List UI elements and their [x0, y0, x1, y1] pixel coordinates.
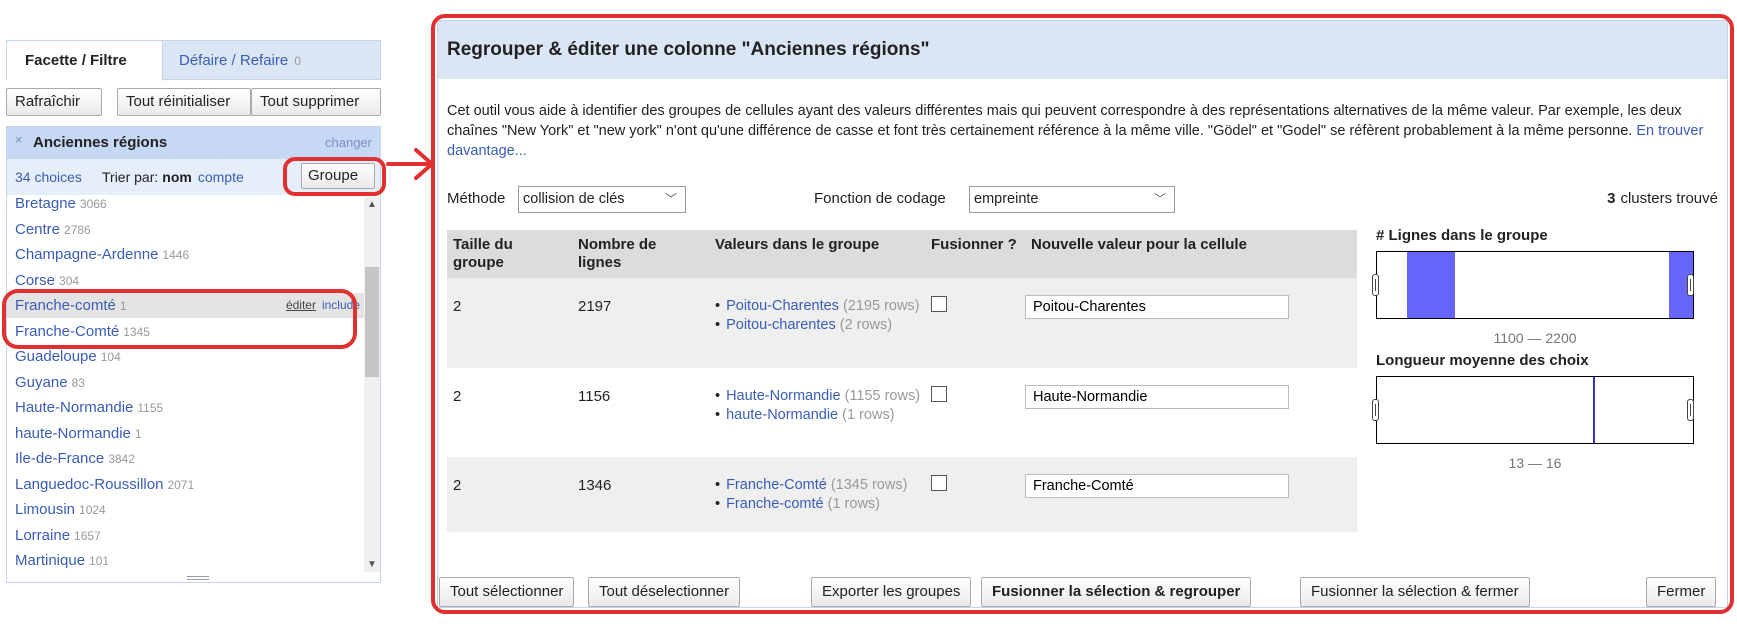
- facet-title: Anciennes régions: [33, 134, 168, 151]
- refresh-button[interactable]: Rafraîchir: [6, 88, 102, 116]
- facet-choice-label: Haute-Normandie: [15, 399, 134, 416]
- facet-choice-count: 2071: [167, 477, 195, 492]
- choices-count[interactable]: 34 choices: [15, 169, 82, 185]
- facet-choice-item[interactable]: Guyane 83: [15, 370, 85, 395]
- sort-label: Trier par:: [102, 169, 159, 185]
- facet-choice-item[interactable]: Martinique 101: [15, 548, 109, 572]
- annotation-arrow-icon: [386, 148, 434, 180]
- facet-choice-label: Lorraine: [15, 526, 71, 544]
- facet-choice-item[interactable]: Centre 2786: [15, 217, 91, 242]
- facet-choice-label: Guadeloupe: [15, 348, 97, 365]
- facet-choice-label: Martinique: [15, 552, 86, 569]
- facet-choice-item[interactable]: Bretagne 3066: [15, 197, 107, 216]
- facet-choice-item[interactable]: Lorraine 1657: [15, 523, 101, 548]
- facet-choice-count: 1657: [74, 528, 101, 543]
- scrollbar-thumb[interactable]: [365, 267, 379, 377]
- resize-grip-icon[interactable]: [187, 576, 209, 580]
- facet-choice-label: Champagne-Ardenne: [15, 246, 159, 263]
- undo-count: 0: [294, 54, 302, 68]
- facet-choice-label: Corse: [15, 271, 56, 289]
- facet-choice-label: Languedoc-Roussillon: [15, 475, 164, 493]
- remove-all-button[interactable]: Tout supprimer: [251, 88, 381, 116]
- facet-choice-item[interactable]: Languedoc-Roussillon 2071: [15, 472, 194, 497]
- facet-choice-count: 1155: [137, 401, 164, 415]
- close-icon[interactable]: ×: [15, 133, 27, 146]
- scroll-down-icon[interactable]: ▼: [367, 559, 377, 570]
- reset-all-button[interactable]: Tout réinitialiser: [117, 88, 251, 116]
- facet-choice-item[interactable]: haute-Normandie 1: [15, 421, 142, 446]
- annotation-highlight-dialog: [431, 14, 1734, 614]
- facet-choice-label: Ile-de-France: [15, 450, 105, 467]
- facet-choice-count: 3066: [79, 197, 107, 211]
- annotation-highlight-group-button: [283, 157, 386, 196]
- tab-undo-redo-label: Défaire / Refaire: [179, 52, 289, 69]
- facet-choice-item[interactable]: Ile-de-France 3842: [15, 446, 135, 471]
- facet-choice-count: 1024: [79, 503, 106, 517]
- facet-choice-count: 1446: [162, 248, 190, 262]
- tab-undo-redo[interactable]: Défaire / Refaire 0: [179, 41, 301, 81]
- facet-choice-item[interactable]: Limousin 1024: [15, 497, 106, 522]
- facet-choice-count: 3842: [108, 452, 135, 466]
- facet-choice-label: Centre: [15, 220, 61, 238]
- facet-choice-count: 83: [71, 375, 85, 390]
- facet-scrollbar[interactable]: ▲ ▼: [364, 197, 380, 572]
- facet-choice-count: 2786: [64, 222, 91, 237]
- facet-choice-item[interactable]: Champagne-Ardenne 1446: [15, 242, 189, 267]
- facet-choice-item[interactable]: Haute-Normandie 1155: [15, 395, 163, 420]
- facet-change-link[interactable]: changer: [325, 135, 372, 150]
- scroll-up-icon[interactable]: ▲: [367, 199, 377, 210]
- facet-header: × Anciennes régions changer: [7, 127, 380, 159]
- facet-choice-label: Bretagne: [15, 197, 76, 212]
- facet-choice-count: 304: [59, 273, 80, 288]
- facet-choice-count: 104: [100, 350, 121, 364]
- facet-choice-label: Limousin: [15, 501, 76, 518]
- annotation-highlight-franche-comte: [2, 289, 357, 349]
- facet-choice-count: 101: [89, 554, 110, 568]
- facet-choice-list: Bretagne 3066 Centre 2786 Champagne-Ardenne 1…: [7, 197, 364, 572]
- facet-choice-label: Guyane: [15, 373, 68, 391]
- facet-choice-count: 1: [134, 426, 142, 441]
- facet-choice-label: haute-Normandie: [15, 424, 131, 442]
- tab-facet-filter[interactable]: Facette / Filtre: [7, 41, 163, 81]
- left-tabs: Facette / Filtre Défaire / Refaire 0: [6, 40, 381, 81]
- sort-by-count[interactable]: compte: [198, 169, 244, 185]
- sort-by-name[interactable]: nom: [162, 169, 192, 185]
- sort-controls: Trier par: nom compte: [102, 169, 244, 185]
